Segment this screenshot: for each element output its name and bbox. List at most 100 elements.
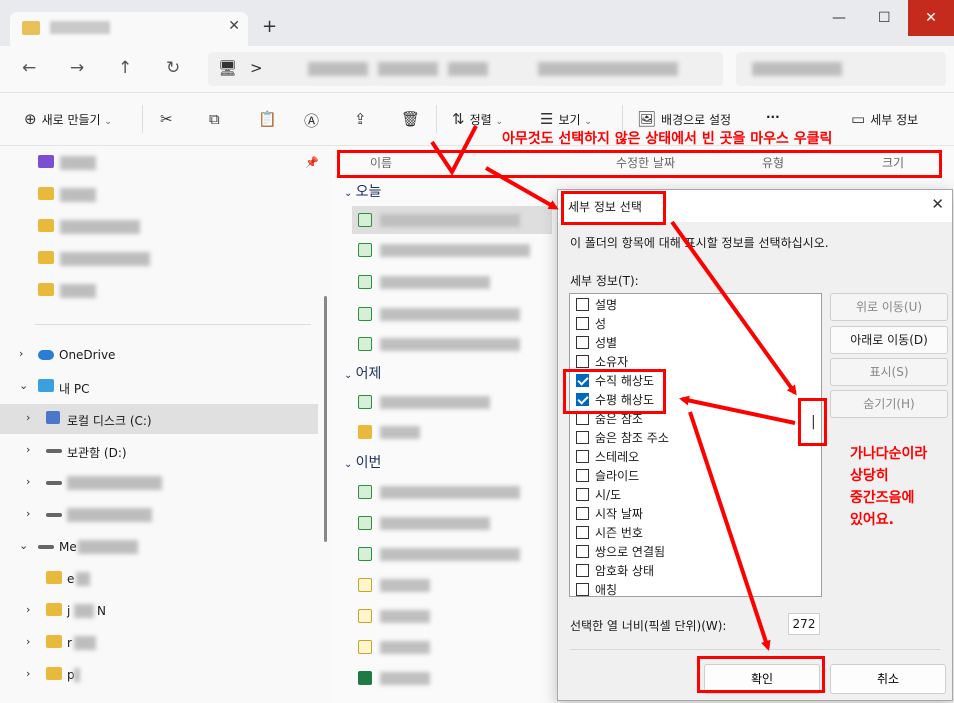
quick-access-item[interactable] [0,180,318,210]
file-row[interactable] [352,540,552,568]
search-input[interactable] [736,52,946,86]
chevron-right-icon[interactable]: › [26,635,30,648]
show-button[interactable]: 표시(S) [830,358,948,386]
details-list-item[interactable]: 스테레오 [576,448,639,467]
chevron-right-icon[interactable]: › [26,667,30,680]
file-row[interactable] [352,602,552,630]
minimize-icon[interactable]: — [832,10,846,26]
sidebar-item-storage[interactable]: › 보관함 (D:) [0,436,318,466]
cancel-button[interactable]: 취소 [830,664,946,694]
checkbox[interactable] [576,488,589,501]
details-list-item[interactable]: 암호화 상태 [576,562,654,581]
checkbox[interactable] [576,336,589,349]
checkbox[interactable] [576,564,589,577]
details-list-item[interactable]: 시작 날짜 [576,505,643,524]
up-icon[interactable]: ↑ [118,58,132,78]
details-list-item[interactable]: 설명 [576,296,617,315]
file-row[interactable] [352,633,552,661]
chevron-right-icon[interactable]: › [19,347,23,360]
close-icon[interactable]: ✕ [931,195,944,213]
file-row[interactable] [352,268,552,296]
refresh-icon[interactable]: ↻ [166,58,180,78]
sidebar-item-local-disk[interactable]: › 로컬 디스크 (C:) [0,404,318,434]
chevron-right-icon[interactable]: › [26,443,30,456]
sidebar-item-folder[interactable]: › r [0,628,318,658]
file-row[interactable] [352,206,552,234]
group-header-yesterday[interactable]: ⌄ 어제 [344,363,381,383]
details-list-item[interactable]: 쌍으로 연결됨 [576,543,665,562]
quick-access-item[interactable] [0,276,318,306]
copy-icon[interactable]: ⧉ [209,110,225,128]
tab-close-icon[interactable]: ✕ [228,18,240,34]
details-list-item[interactable]: 시/도 [576,486,621,505]
file-row[interactable] [352,664,552,692]
paste-icon[interactable]: 📋 [258,110,282,128]
explorer-tab[interactable]: ✕ [10,12,248,46]
view-button[interactable]: ☰ 보기 ⌄ [540,110,592,128]
more-options-button[interactable]: ··· [766,110,780,124]
checkbox[interactable] [576,431,589,444]
back-icon[interactable]: ← [22,58,36,78]
cut-icon[interactable]: ✂ [160,110,178,128]
details-pane-button[interactable]: ▭ 세부 정보 [851,110,918,128]
rename-icon[interactable]: Ⓐ [304,110,324,131]
details-list-item[interactable]: 슬라이드 [576,467,639,486]
checkbox[interactable] [576,355,589,368]
file-row[interactable] [352,330,552,358]
sidebar-item-onedrive[interactable]: › OneDrive [0,340,318,370]
chevron-right-icon[interactable]: › [26,507,30,520]
sidebar-item-drive[interactable]: › [0,468,318,498]
move-up-button[interactable]: 위로 이동(U) [830,293,948,321]
details-list-item[interactable]: 숨은 참조 주소 [576,429,669,448]
checkbox[interactable] [576,298,589,311]
chevron-right-icon[interactable]: › [26,603,30,616]
chevron-down-icon[interactable]: ⌄ [19,379,28,392]
sidebar-item-folder[interactable]: › p [0,660,318,690]
pin-icon[interactable]: 📌 [305,156,319,169]
group-header-this-week[interactable]: ⌄ 이번 [344,452,381,472]
sidebar-item-folder[interactable]: › j N [0,596,318,626]
checkbox[interactable] [576,545,589,558]
new-button[interactable]: ⊕ 새로 만들기 ⌄ [24,110,112,128]
quick-access-item[interactable] [0,244,318,274]
hide-button[interactable]: 숨기기(H) [830,390,948,418]
group-header-today[interactable]: ⌄ 오늘 [344,181,381,201]
address-bar[interactable]: 🖥 > [208,52,723,86]
details-list-item[interactable]: 애칭 [576,581,617,596]
share-icon[interactable]: ⇪ [354,110,372,128]
checkbox[interactable] [576,317,589,330]
details-list-item[interactable]: 성별 [576,334,617,353]
checkbox[interactable] [576,526,589,539]
sidebar-item-me-drive[interactable]: ⌄ Me [0,532,318,562]
file-row[interactable] [352,478,552,506]
delete-icon[interactable]: 🗑 [401,110,425,128]
details-list-item[interactable]: 시즌 번호 [576,524,643,543]
file-row[interactable] [352,571,552,599]
sidebar-item-this-pc[interactable]: ⌄ 내 PC [0,372,318,402]
chevron-right-icon[interactable]: › [26,411,30,424]
file-row[interactable] [352,388,552,416]
checkbox[interactable] [576,450,589,463]
sidebar-scrollbar[interactable] [324,296,327,542]
file-row[interactable] [352,418,552,446]
set-background-button[interactable]: 🖼 배경으로 설정 [637,110,731,128]
sort-button[interactable]: ⇅ 정렬 ⌄ [452,110,503,128]
checkbox[interactable] [576,469,589,482]
checkbox[interactable] [576,507,589,520]
file-row[interactable] [352,509,552,537]
quick-access-item[interactable] [0,212,318,242]
column-width-input[interactable]: 272 [788,613,820,635]
file-row[interactable] [352,236,552,264]
move-down-button[interactable]: 아래로 이동(D) [830,326,948,354]
forward-icon[interactable]: → [70,58,84,78]
window-close-icon[interactable]: ✕ [908,0,954,36]
details-list[interactable]: 설명 성 성별 소유자 수직 해상도 수평 해상도 숨은 참조 숨은 참조 주소 스테레오 슬라이… [569,293,822,597]
new-tab-icon[interactable]: + [262,16,277,37]
details-list-item[interactable]: 성 [576,315,606,334]
sidebar-item-drive[interactable]: › [0,500,318,530]
file-row[interactable] [352,300,552,328]
quick-access-item[interactable]: 📌 [0,148,319,178]
chevron-down-icon[interactable]: ⌄ [19,539,28,552]
checkbox[interactable] [576,583,589,596]
chevron-right-icon[interactable]: › [26,475,30,488]
